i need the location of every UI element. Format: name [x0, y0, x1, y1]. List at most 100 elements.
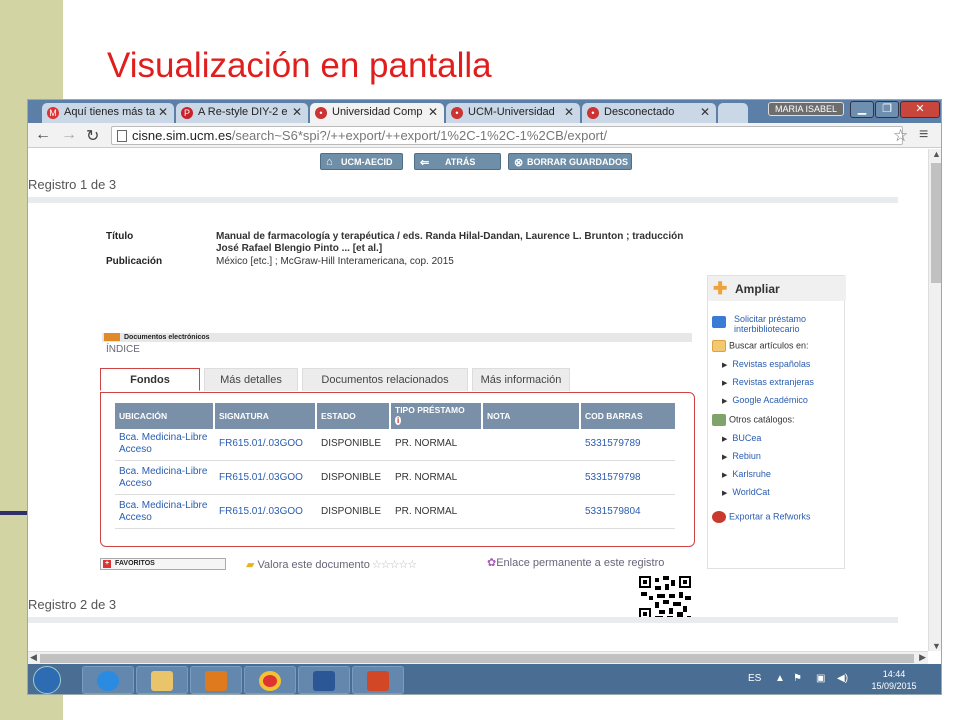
- maximize-button[interactable]: ❐: [875, 101, 899, 118]
- close-icon[interactable]: ✕: [428, 105, 438, 119]
- new-tab-button[interactable]: [718, 103, 748, 123]
- start-button[interactable]: [33, 666, 61, 694]
- triangle-right-icon: ▶: [722, 490, 728, 497]
- scroll-right-icon[interactable]: ▶: [919, 652, 926, 663]
- scroll-up-icon[interactable]: ▲: [932, 149, 941, 159]
- link-worldcat[interactable]: ▶ WorldCat: [712, 487, 770, 497]
- scroll-thumb[interactable]: [931, 163, 941, 283]
- horizontal-scrollbar[interactable]: ◀ ▶: [28, 651, 928, 664]
- triangle-right-icon: ▶: [722, 398, 728, 405]
- taskbar-word[interactable]: [298, 666, 350, 694]
- reload-icon[interactable]: ↻: [86, 126, 99, 146]
- link-google-academico[interactable]: ▶ Google Académico: [712, 395, 808, 405]
- link-revistas-espanolas[interactable]: ▶ Revistas españolas: [712, 359, 810, 369]
- show-hidden-icons-icon[interactable]: ▲: [775, 673, 785, 684]
- url-input[interactable]: cisne.sim.ucm.es/search~S6*spi?/++export…: [111, 126, 903, 145]
- link-rebiun[interactable]: ▶ Rebiun: [712, 451, 761, 461]
- index-link[interactable]: ÍNDICE: [106, 344, 140, 355]
- link-label: Revistas extranjeras: [732, 377, 814, 387]
- ucm-icon: •: [451, 107, 463, 119]
- back-arrow-icon[interactable]: ←: [35, 126, 51, 144]
- close-icon[interactable]: ✕: [158, 105, 168, 119]
- triangle-right-icon: ▶: [722, 436, 728, 443]
- refworks-export-link[interactable]: Exportar a Refworks: [712, 511, 811, 523]
- tab-mas-detalles[interactable]: Más detalles: [204, 368, 298, 391]
- tab-documentos-relacionados[interactable]: Documentos relacionados: [302, 368, 468, 391]
- link-revistas-extranjeras[interactable]: ▶ Revistas extranjeras: [712, 377, 814, 387]
- col-label: TIPO PRÉSTAMO: [395, 405, 465, 415]
- folder-icon: [151, 671, 173, 691]
- rate-document[interactable]: ▰ Valora este documento ☆☆☆☆☆: [246, 558, 417, 571]
- permalink-link[interactable]: ✿Enlace permanente a este registro: [487, 556, 664, 569]
- rating-stars-icon[interactable]: ☆☆☆☆☆: [370, 559, 417, 571]
- taskbar-chrome[interactable]: [244, 666, 296, 694]
- close-icon[interactable]: ✕: [564, 105, 574, 119]
- url-path: /search~S6*spi?/++export/++export/1%2C-1…: [231, 128, 608, 143]
- clear-saved-button[interactable]: ⊗ BORRAR GUARDADOS: [508, 153, 632, 170]
- link-bucea[interactable]: ▶ BUCea: [712, 433, 761, 443]
- record-header: Registro 2 de 3: [28, 597, 117, 612]
- scroll-thumb[interactable]: [40, 654, 914, 663]
- cell-signatura[interactable]: FR615.01/.03GOO: [215, 463, 315, 495]
- slide-accent-line: [0, 511, 30, 515]
- scroll-left-icon[interactable]: ◀: [30, 652, 37, 663]
- language-indicator[interactable]: ES: [748, 673, 761, 684]
- window-close-button[interactable]: ✕: [900, 101, 940, 118]
- comment-icon: ▰: [246, 559, 258, 571]
- tab-label: Desconectado: [604, 106, 675, 118]
- menu-icon[interactable]: ≡: [919, 126, 928, 144]
- link-label: Exportar a Refworks: [729, 511, 811, 522]
- cell-barcode[interactable]: 5331579804: [581, 497, 675, 529]
- network-icon[interactable]: ▣: [816, 673, 825, 684]
- taskbar-media[interactable]: [190, 666, 242, 694]
- cell-nota: [483, 497, 579, 529]
- ucm-icon: •: [315, 107, 327, 119]
- scroll-down-icon[interactable]: ▼: [932, 641, 941, 651]
- tab-pinterest[interactable]: P A Re-style DIY-2 e ✕: [176, 103, 308, 123]
- link-icon: ✿: [487, 557, 497, 569]
- forward-arrow-icon[interactable]: →: [61, 126, 77, 144]
- cell-barcode[interactable]: 5331579789: [581, 429, 675, 461]
- tab-desconectado[interactable]: • Desconectado ✕: [582, 103, 716, 123]
- cell-signatura[interactable]: FR615.01/.03GOO: [215, 429, 315, 461]
- close-icon[interactable]: ✕: [700, 105, 710, 119]
- tab-mas-informacion[interactable]: Más información: [472, 368, 570, 391]
- cell-tipo: PR. NORMAL: [395, 506, 458, 517]
- cell-ubicacion[interactable]: Bca. Medicina-Libre Acceso: [115, 463, 213, 495]
- cell-ubicacion[interactable]: Bca. Medicina-Libre Acceso: [115, 429, 213, 461]
- other-catalogs-label: Otros catálogos:: [712, 414, 795, 426]
- divider: [28, 197, 898, 203]
- volume-icon[interactable]: ◀): [837, 673, 848, 684]
- ill-request-link[interactable]: Solicitar préstamo interbibliotecario: [712, 314, 837, 334]
- taskbar-ie[interactable]: [82, 666, 134, 694]
- bookmark-star-icon[interactable]: ☆: [893, 126, 908, 146]
- flag-icon[interactable]: ⚑: [793, 673, 802, 684]
- cell-nota: [483, 429, 579, 461]
- user-badge[interactable]: MARIA ISABEL: [768, 102, 844, 116]
- tab-fondos[interactable]: Fondos: [100, 368, 200, 391]
- favorites-button[interactable]: + FAVORITOS: [100, 558, 226, 570]
- taskbar-explorer[interactable]: [136, 666, 188, 694]
- tab-universidad[interactable]: • Universidad Comp ✕: [310, 103, 444, 123]
- col-tipo-prestamo: TIPO PRÉSTAMO i: [391, 403, 481, 429]
- cell-ubicacion[interactable]: Bca. Medicina-Libre Acceso: [115, 497, 213, 529]
- link-karlsruhe[interactable]: ▶ Karlsruhe: [712, 469, 771, 479]
- back-button[interactable]: ⇐ ATRÁS: [414, 153, 501, 170]
- info-icon[interactable]: i: [395, 416, 402, 425]
- cell-signatura[interactable]: FR615.01/.03GOO: [215, 497, 315, 529]
- ucm-aecid-button[interactable]: ⌂ UCM-AECID: [320, 153, 403, 170]
- clock[interactable]: 14:44 15/09/2015: [866, 668, 922, 692]
- link-label: Rebiun: [732, 451, 761, 461]
- button-label: ATRÁS: [445, 157, 476, 167]
- col-cod-barras: COD BARRAS: [581, 403, 675, 429]
- taskbar-powerpoint[interactable]: [352, 666, 404, 694]
- minimize-button[interactable]: ▁: [850, 101, 874, 118]
- divider: [28, 617, 898, 623]
- close-icon[interactable]: ✕: [292, 105, 302, 119]
- tab-ucm[interactable]: • UCM-Universidad ✕: [446, 103, 580, 123]
- triangle-right-icon: ▶: [722, 454, 728, 461]
- cell-barcode[interactable]: 5331579798: [581, 463, 675, 495]
- vertical-scrollbar[interactable]: ▲ ▼: [928, 149, 941, 651]
- tab-gmail[interactable]: M Aquí tienes más ta ✕: [42, 103, 174, 123]
- label-text: Buscar artículos en:: [729, 340, 809, 351]
